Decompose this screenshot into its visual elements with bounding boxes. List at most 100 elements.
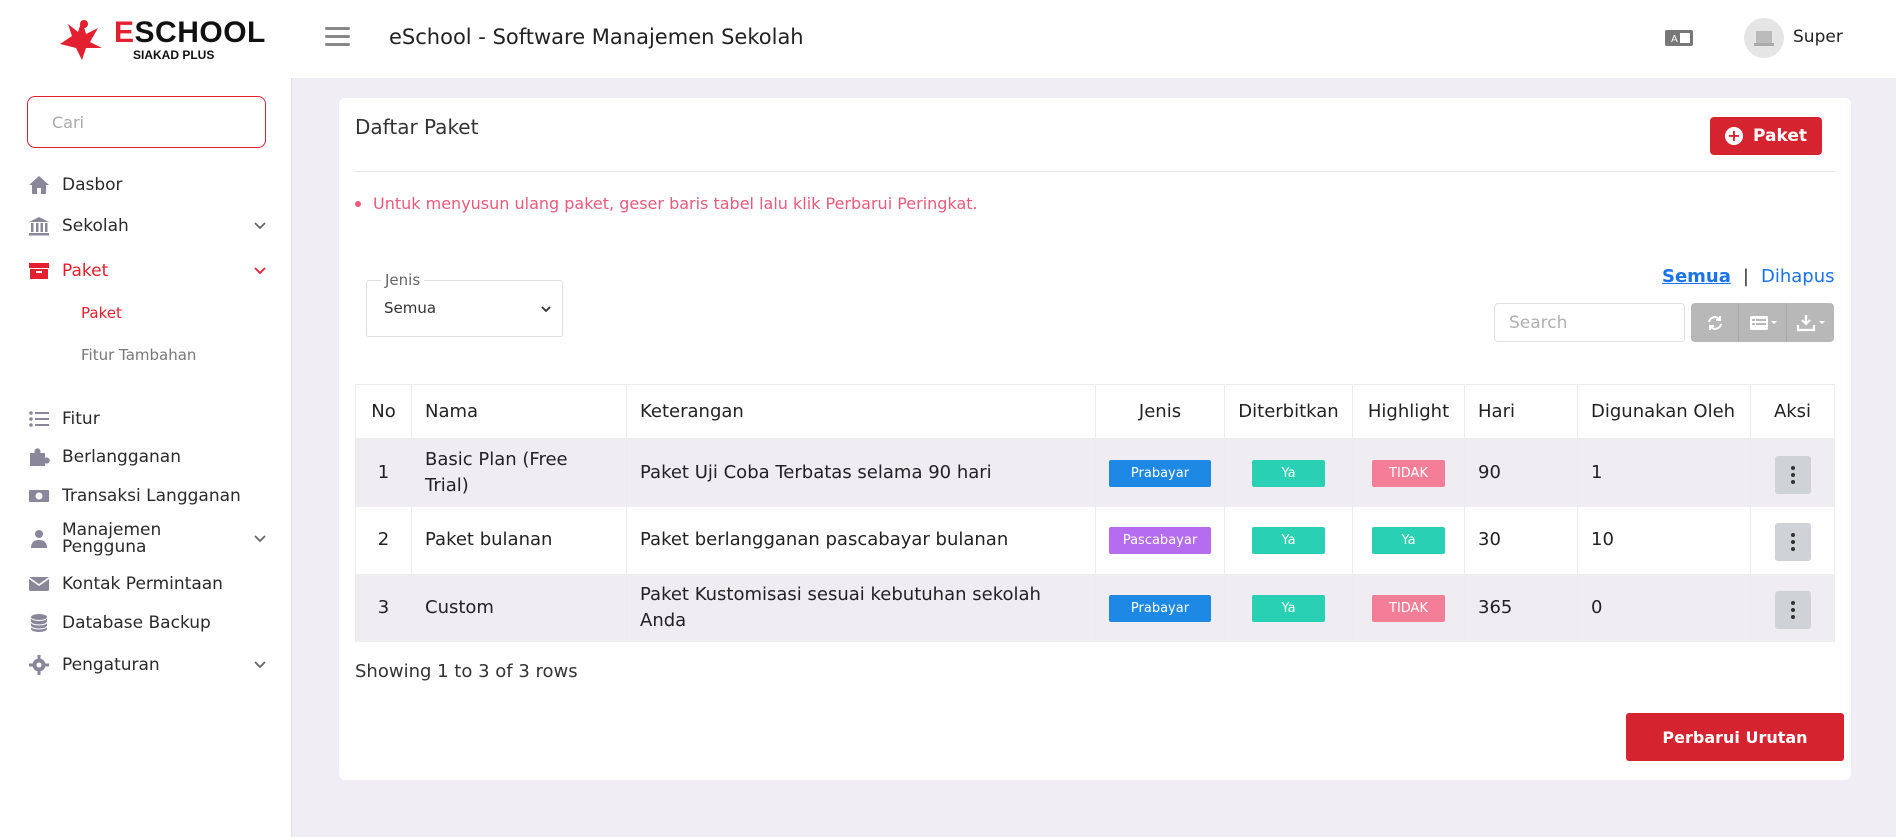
gear-icon xyxy=(27,654,51,676)
home-icon xyxy=(27,174,51,196)
cell-hari: 30 xyxy=(1464,506,1578,574)
export-button[interactable] xyxy=(1787,303,1834,342)
sidebar-subitem-paket[interactable]: Paket xyxy=(81,304,122,322)
row-actions-button[interactable] xyxy=(1774,455,1811,494)
column-header-hari[interactable]: Hari xyxy=(1464,384,1578,439)
chevron-down-icon xyxy=(254,535,266,543)
jenis-badge: Prabayar xyxy=(1109,459,1211,487)
logo-icon xyxy=(60,20,102,60)
sidebar-item-database-backup[interactable]: Database Backup xyxy=(27,608,267,638)
table-row[interactable]: 1 Basic Plan (Free Trial) Paket Uji Coba… xyxy=(355,438,1835,507)
sidebar-item-pengaturan[interactable]: Pengaturan xyxy=(27,650,267,680)
cell-keterangan: Paket Uji Coba Terbatas selama 90 hari xyxy=(626,438,1096,507)
table-header-row: No Nama Keterangan Jenis Diterbitkan Hig… xyxy=(355,384,1835,439)
envelope-icon xyxy=(27,573,51,595)
puzzle-icon xyxy=(27,446,51,468)
database-icon xyxy=(27,612,51,634)
cell-hari: 365 xyxy=(1464,573,1578,642)
cell-digunakan-oleh: 0 xyxy=(1577,573,1751,642)
table-search-input[interactable] xyxy=(1494,303,1685,342)
cell-nama: Custom xyxy=(411,573,627,642)
tab-semua[interactable]: Semua xyxy=(1662,266,1731,287)
pagination-info: Showing 1 to 3 of 3 rows xyxy=(355,661,578,682)
chevron-down-icon xyxy=(254,222,266,230)
row-actions-button[interactable] xyxy=(1774,590,1811,629)
cell-digunakan-oleh: 10 xyxy=(1577,506,1751,574)
logo-text: ESCHOOL xyxy=(114,16,266,49)
highlight-badge: TIDAK xyxy=(1372,459,1445,487)
sidebar-item-berlangganan[interactable]: Berlangganan xyxy=(27,442,267,472)
package-table: No Nama Keterangan Jenis Diterbitkan Hig… xyxy=(355,384,1835,642)
refresh-button[interactable] xyxy=(1691,303,1739,342)
cell-digunakan-oleh: 1 xyxy=(1577,438,1751,507)
diterbitkan-badge: Ya xyxy=(1252,594,1325,622)
sidebar-item-label: Fitur xyxy=(62,408,100,429)
avatar[interactable] xyxy=(1744,18,1784,58)
sidebar-item-label: Manajemen Pengguna xyxy=(62,520,162,557)
sidebar-item-fitur[interactable]: Fitur xyxy=(27,404,267,434)
cell-keterangan: Paket berlangganan pascabayar bulanan xyxy=(626,506,1096,574)
download-icon xyxy=(1796,314,1825,331)
column-header-highlight[interactable]: Highlight xyxy=(1352,384,1465,439)
bullet-icon xyxy=(355,200,361,207)
table-row[interactable]: 2 Paket bulanan Paket berlangganan pasca… xyxy=(355,506,1835,574)
sidebar-item-sekolah[interactable]: Sekolah xyxy=(27,211,267,241)
app-title: eSchool - Software Manajemen Sekolah xyxy=(389,25,804,49)
diterbitkan-badge: Ya xyxy=(1252,459,1325,487)
jenis-filter-value: Semua xyxy=(384,299,437,317)
column-header-keterangan[interactable]: Keterangan xyxy=(626,384,1096,439)
jenis-filter-select[interactable]: Jenis Semua xyxy=(366,271,563,337)
cell-no: 3 xyxy=(355,573,412,642)
sidebar-item-dasbor[interactable]: Dasbor xyxy=(27,170,267,200)
column-header-aksi: Aksi xyxy=(1750,384,1835,439)
language-icon[interactable]: A xyxy=(1664,28,1694,48)
tab-dihapus[interactable]: Dihapus xyxy=(1761,266,1835,287)
column-header-diterbitkan[interactable]: Diterbitkan xyxy=(1224,384,1353,439)
chevron-down-icon xyxy=(254,661,266,669)
refresh-icon xyxy=(1707,315,1722,330)
table-row[interactable]: 3 Custom Paket Kustomisasi sesuai kebutu… xyxy=(355,573,1835,642)
user-tie-icon xyxy=(27,528,51,550)
chevron-down-icon xyxy=(541,306,551,313)
jenis-badge: Prabayar xyxy=(1109,594,1211,622)
plus-circle-icon: + xyxy=(1725,127,1743,145)
sidebar-search-input[interactable] xyxy=(27,96,266,148)
row-actions-button[interactable] xyxy=(1774,523,1811,561)
jenis-filter-label: Jenis xyxy=(381,271,425,289)
menu-toggle-icon[interactable] xyxy=(325,27,350,49)
page-title: Daftar Paket xyxy=(355,115,479,139)
logo[interactable]: ESCHOOL SIAKAD PLUS xyxy=(54,14,265,64)
logo-subtitle: SIAKAD PLUS xyxy=(133,48,215,62)
sidebar-item-paket[interactable]: Paket xyxy=(27,256,267,286)
cell-keterangan: Paket Kustomisasi sesuai kebutuhan sekol… xyxy=(626,573,1096,642)
top-header: ESCHOOL SIAKAD PLUS eSchool - Software M… xyxy=(0,0,1896,78)
jenis-badge: Pascabayar xyxy=(1109,527,1211,554)
sidebar-subitem-fitur-tambahan[interactable]: Fitur Tambahan xyxy=(81,346,196,364)
svg-text:A: A xyxy=(1671,34,1678,45)
sidebar-item-label: Berlangganan xyxy=(62,446,181,467)
sidebar-item-label: Pengaturan xyxy=(62,654,160,675)
sidebar-item-manajemen-pengguna[interactable]: Manajemen Pengguna xyxy=(27,515,267,563)
add-package-button[interactable]: + Paket xyxy=(1710,117,1822,155)
column-header-nama[interactable]: Nama xyxy=(411,384,627,439)
columns-toggle-button[interactable] xyxy=(1739,303,1787,342)
update-order-button[interactable]: Perbarui Urutan xyxy=(1626,713,1844,761)
chevron-down-icon xyxy=(254,267,266,275)
diterbitkan-badge: Ya xyxy=(1252,527,1325,554)
sidebar-item-transaksi-langganan[interactable]: Transaksi Langganan xyxy=(27,481,267,511)
column-header-digunakan-oleh[interactable]: Digunakan Oleh xyxy=(1577,384,1751,439)
sidebar-item-label: Sekolah xyxy=(62,215,129,236)
table-toolbar xyxy=(1691,303,1834,342)
sidebar-item-kontak-permintaan[interactable]: Kontak Permintaan xyxy=(27,569,267,599)
columns-icon xyxy=(1749,315,1777,330)
status-tabs: Semua | Dihapus xyxy=(1662,266,1834,287)
cell-no: 2 xyxy=(355,506,412,574)
column-header-jenis[interactable]: Jenis xyxy=(1095,384,1225,439)
highlight-badge: Ya xyxy=(1372,527,1445,554)
user-name[interactable]: Super xyxy=(1793,27,1843,47)
cell-nama: Paket bulanan xyxy=(411,506,627,574)
list-icon xyxy=(27,408,51,430)
sidebar-item-label: Dasbor xyxy=(62,174,123,195)
column-header-no[interactable]: No xyxy=(355,384,412,439)
reorder-notice: Untuk menyusun ulang paket, geser baris … xyxy=(355,194,978,213)
